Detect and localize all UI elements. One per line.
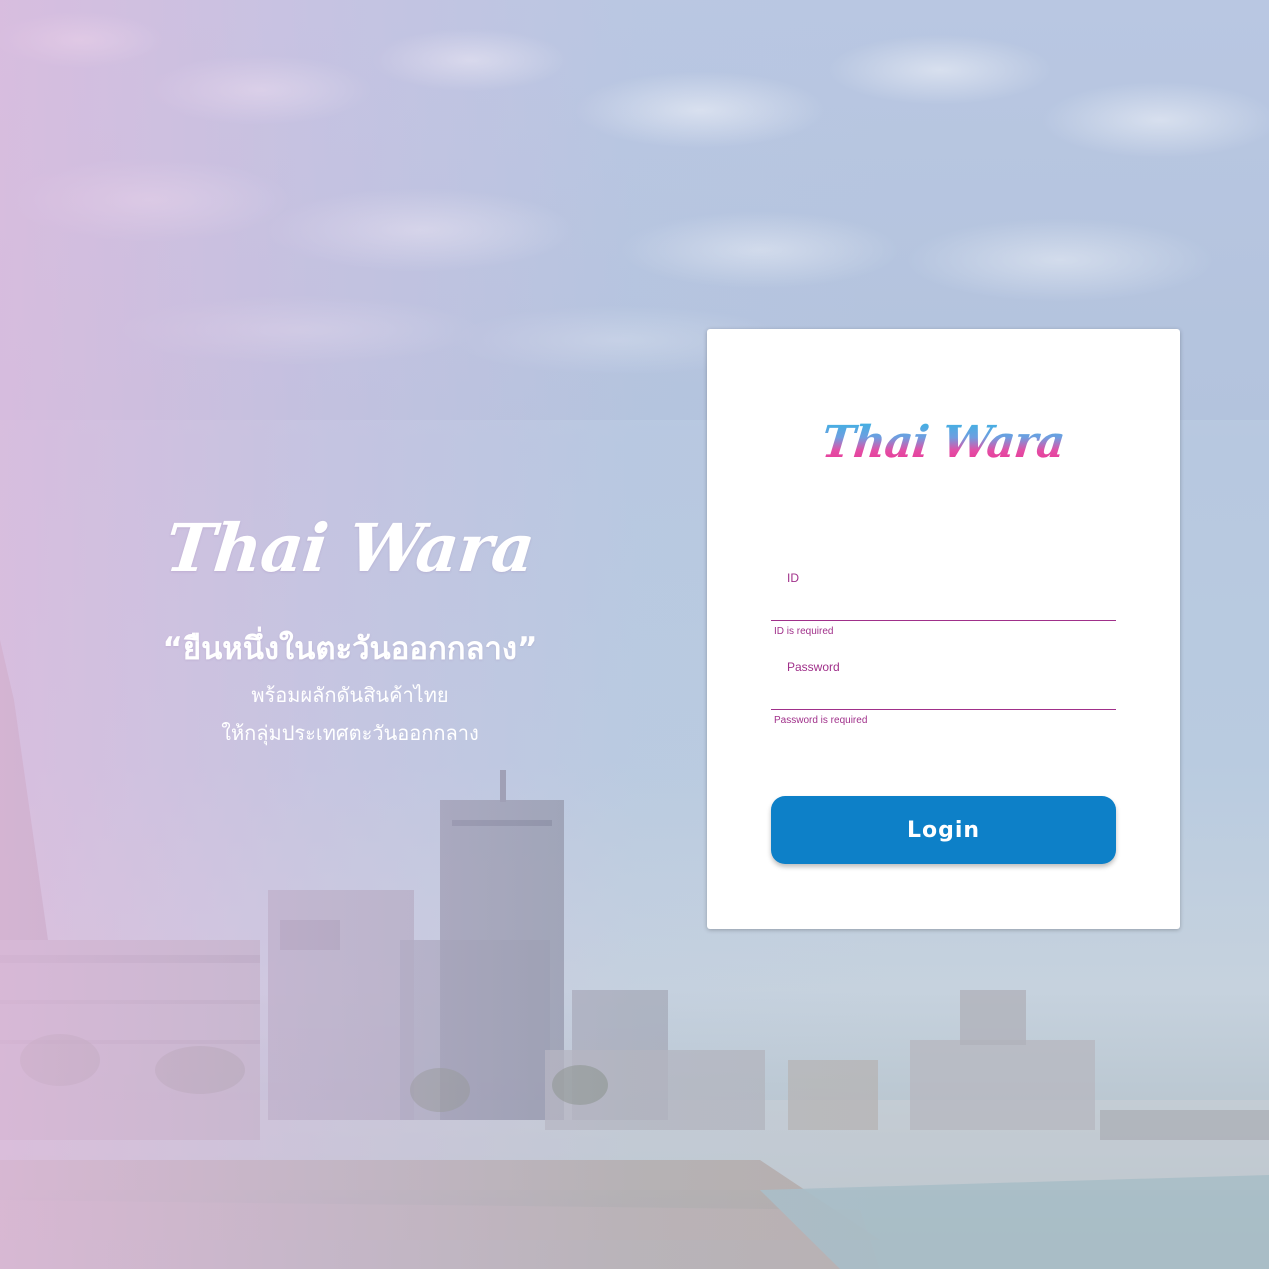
- login-button[interactable]: Login: [771, 796, 1116, 864]
- brand-block: Thai Wara “ยืนหนึ่งในตะวันออกกลาง” พร้อม…: [120, 509, 580, 749]
- id-input[interactable]: [771, 591, 1116, 621]
- card-logo-text: Thai Wara: [819, 417, 1068, 468]
- password-field-label: Password: [787, 660, 840, 674]
- brand-subline-2: ให้กลุ่มประเทศตะวันออกกลาง: [221, 721, 479, 745]
- login-card: Thai Wara ID ID is required Password Pas…: [707, 329, 1180, 929]
- card-logo: Thai Wara: [707, 417, 1180, 468]
- brand-tagline: “ยืนหนึ่งในตะวันออกกลาง”: [162, 631, 538, 667]
- password-input[interactable]: [771, 680, 1116, 710]
- password-error-message: Password is required: [774, 715, 868, 726]
- id-error-message: ID is required: [774, 626, 834, 637]
- login-page: Thai Wara “ยืนหนึ่งในตะวันออกกลาง” พร้อม…: [0, 0, 1269, 1269]
- id-field-label: ID: [787, 571, 799, 585]
- brand-logo: Thai Wara: [162, 509, 538, 587]
- brand-subline-1: พร้อมผลักดันสินค้าไทย: [251, 683, 449, 707]
